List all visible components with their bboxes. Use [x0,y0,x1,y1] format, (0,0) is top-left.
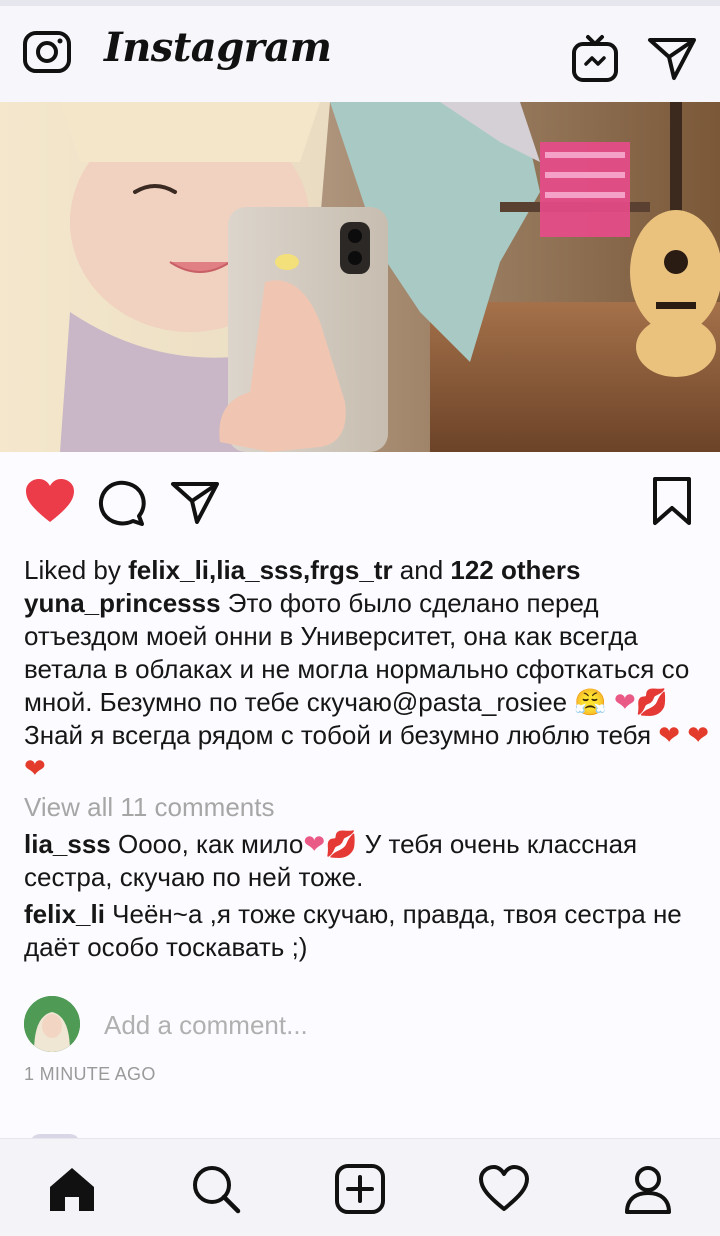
comment-text: Чеён~а ,я тоже скучаю, правда, твоя сест… [24,899,682,962]
comment-icon[interactable] [98,480,146,526]
view-all-comments-link[interactable]: View all 11 comments [24,791,714,824]
avatar [24,996,80,1052]
avatar-image [24,996,80,1052]
caption-author[interactable]: yuna_princesss [24,588,221,618]
comment-emoji: ❤💋 [303,829,358,859]
bookmark-icon[interactable] [652,476,692,526]
new-post-icon[interactable] [334,1163,386,1215]
post-timestamp: 1 MINUTE AGO [24,1064,156,1084]
camera-icon[interactable] [22,28,74,76]
comment: lia_sss Оооо, как мило❤💋 У тебя очень кл… [24,828,714,894]
post-photo-illustration [0,102,720,452]
home-icon[interactable] [46,1163,98,1215]
profile-icon[interactable] [622,1163,674,1215]
add-comment-row: Add a comment... [24,996,704,1054]
post-image[interactable] [0,102,720,452]
share-icon[interactable] [170,480,220,524]
comment-author[interactable]: felix_li [24,899,105,929]
activity-heart-icon[interactable] [478,1163,530,1215]
liked-by-others[interactable]: 122 others [450,555,580,585]
caption: yuna_princesss Это фото было сделано пер… [24,587,714,785]
comment: felix_li Чеён~а ,я тоже скучаю, правда, … [24,898,714,964]
bottom-navigation [0,1138,720,1236]
liked-by-prefix: Liked by [24,555,129,585]
comment-text: Оооо, как мило [110,829,304,859]
instagram-logo: Instagram [104,24,332,71]
likes-line: Liked by felix_li,lia_sss,frgs_tr and 12… [24,554,714,587]
caption-emoji-kiss: 💋 [635,687,669,717]
igtv-icon[interactable] [570,34,620,84]
direct-message-icon[interactable] [646,32,698,82]
search-icon[interactable] [190,1163,242,1215]
add-comment-input[interactable]: Add a comment... [104,1010,308,1041]
comment-author[interactable]: lia_sss [24,829,111,859]
caption-text-2: Знай я всегда рядом с тобой и безумно лю… [24,720,659,750]
post-actions [0,470,720,530]
liked-by-and: and [392,555,451,585]
liked-by-users[interactable]: felix_li,lia_sss,frgs_tr [128,555,392,585]
caption-emoji-pink-heart: ❤ [613,687,636,717]
caption-emoji-steam: 😤 [574,687,607,717]
like-heart-icon[interactable] [24,478,76,524]
post-details: Liked by felix_li,lia_sss,frgs_tr and 12… [24,554,714,964]
top-bar: Instagram [0,0,720,102]
